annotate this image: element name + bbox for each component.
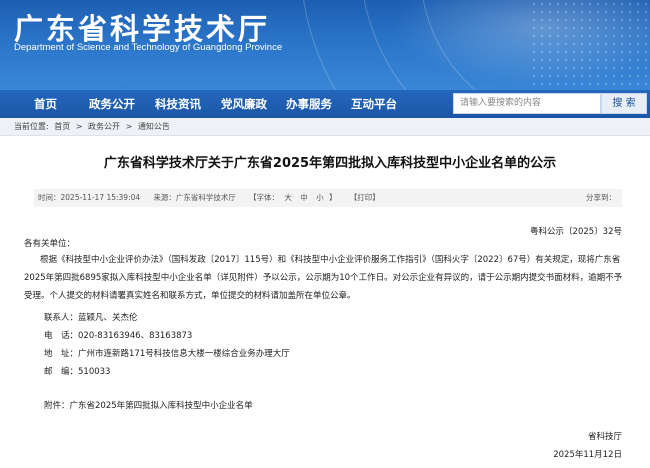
meta-separator [342, 193, 344, 202]
phone-value: 020-83163946、83163873 [78, 331, 193, 341]
contact-row: 联系人：蓝颖凡、关杰伦 [44, 311, 138, 323]
address-row: 地 址：广州市连新路171号科技信息大楼一楼综合业务办理大厅 [44, 347, 290, 359]
breadcrumb-separator: > [75, 122, 83, 131]
article-body: 根据《科技型中小企业评价办法》（国科发政〔2017〕115号）和《科技型中小企业… [24, 255, 623, 301]
address-label: 地 址： [44, 349, 79, 359]
postcode-value: 510033 [78, 367, 111, 377]
contact-value: 蓝颖凡、关杰伦 [78, 313, 138, 323]
nav-item-tech-news[interactable]: 科技资讯 [155, 90, 201, 118]
breadcrumb-item-notices[interactable]: 通知公告 [138, 122, 170, 131]
print-button[interactable]: 【打印】 [350, 193, 380, 202]
breadcrumb: 当前位置: 首页 > 政务公开 > 通知公告 [0, 118, 650, 136]
phone-row: 电 话：020-83163946、83163873 [44, 329, 192, 341]
attachment-link[interactable]: 附件：广东省2025年第四批拟入库科技型中小企业名单 [44, 399, 253, 411]
site-subtitle: Department of Science and Technology of … [14, 42, 283, 53]
postcode-label: 邮 编： [44, 367, 79, 377]
search-button[interactable]: 搜 索 [601, 93, 647, 114]
share-label[interactable]: 分享到： [586, 189, 616, 207]
nav-item-party-integrity[interactable]: 党风廉政 [221, 90, 267, 118]
article-title: 广东省科学技术厅关于广东省2025年第四批拟入库科技型中小企业名单的公示 [103, 156, 557, 171]
font-size-large[interactable]: 大 [284, 193, 292, 202]
font-size-small[interactable]: 小 [316, 193, 324, 202]
address-value: 广州市连新路171号科技信息大楼一楼综合业务办理大厅 [78, 349, 290, 359]
font-size-medium[interactable]: 中 [300, 193, 308, 202]
article-source: 来源：广东省科学技术厅 [153, 193, 236, 202]
breadcrumb-item-home[interactable]: 首页 [54, 122, 70, 131]
search-input[interactable]: 请输入要搜索的内容 [453, 93, 601, 114]
meta-separator [146, 193, 148, 202]
phone-label: 电 话： [44, 331, 79, 341]
nav-item-services[interactable]: 办事服务 [286, 90, 332, 118]
publish-time: 时间：2025-11-17 15:39:04 [38, 193, 141, 202]
banner-dot-pattern [530, 0, 650, 90]
article-meta-bar: 时间：2025-11-17 15:39:04 来源：广东省科学技术厅 【字体： … [34, 189, 622, 207]
font-size-label: 【字体： [249, 193, 279, 202]
nav-item-interaction[interactable]: 互动平台 [351, 90, 397, 118]
main-nav: 首页 政务公开 科技资讯 党风廉政 办事服务 互动平台 请输入要搜索的内容 搜 … [0, 90, 650, 118]
issuer-signature: 省科技厅 [587, 432, 622, 442]
document-number: 粤科公示〔2025〕32号 [530, 227, 622, 237]
breadcrumb-separator: > [125, 122, 133, 131]
article: 广东省科学技术厅关于广东省2025年第四批拟入库科技型中小企业名单的公示 时间：… [24, 136, 636, 468]
font-size-close: 】 [329, 193, 337, 202]
contact-label: 联系人： [44, 313, 79, 323]
site-banner: 广东省科学技术厅 Department of Science and Techn… [0, 0, 650, 90]
breadcrumb-prefix: 当前位置: [14, 122, 49, 131]
postcode-row: 邮 编：510033 [44, 365, 110, 377]
issue-date: 2025年11月12日 [553, 450, 622, 460]
nav-item-home[interactable]: 首页 [34, 90, 57, 118]
breadcrumb-item-government-affairs[interactable]: 政务公开 [88, 122, 120, 131]
meta-separator [241, 193, 243, 202]
nav-item-government-affairs[interactable]: 政务公开 [89, 90, 135, 118]
